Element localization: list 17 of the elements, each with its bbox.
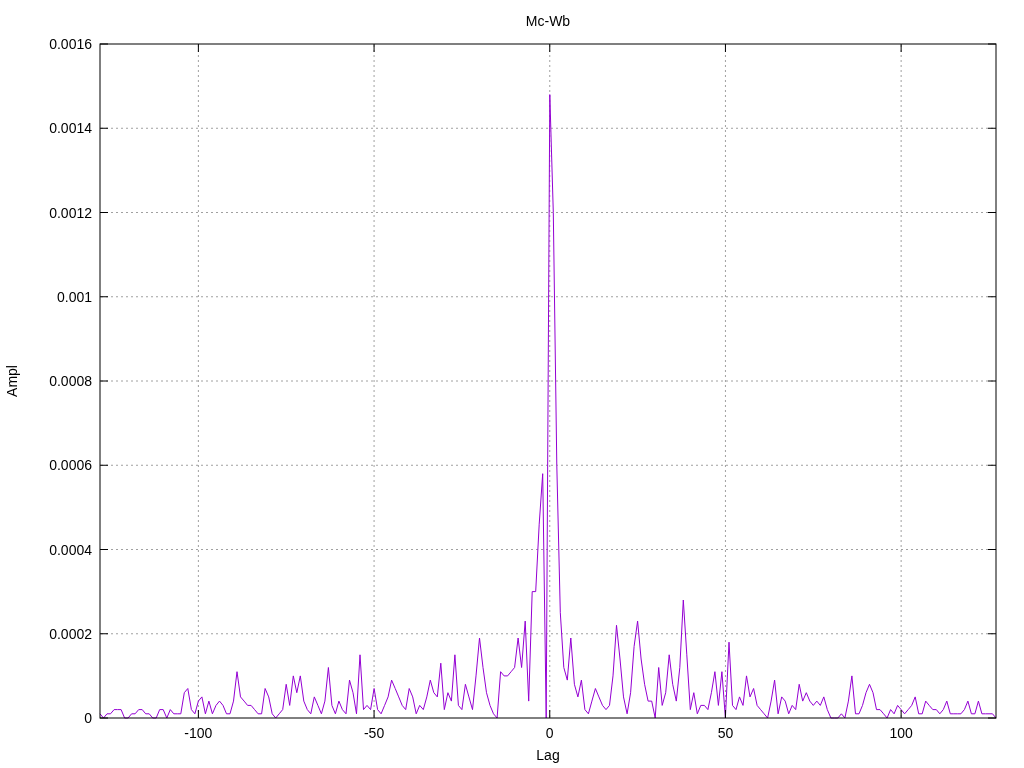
- x-axis-label: Lag: [536, 747, 560, 763]
- x-tick-label: -100: [184, 725, 213, 741]
- x-tick-label: 50: [717, 725, 734, 741]
- y-tick-label: 0.0004: [49, 541, 92, 558]
- x-tick-label: 0: [545, 725, 554, 741]
- y-tick-label: 0.0014: [49, 120, 92, 137]
- y-tick-label: 0: [84, 710, 92, 726]
- y-tick-label: 0.0008: [49, 373, 92, 389]
- y-axis-label: Ampl: [4, 365, 20, 397]
- x-tick-label: 100: [889, 725, 913, 741]
- y-tick-label: 0.001: [56, 288, 92, 305]
- y-tick-label: 0.0016: [49, 36, 92, 52]
- y-tick-label: 0.0002: [49, 625, 92, 642]
- chart-title: Mc-Wb: [525, 13, 571, 29]
- x-tick-label: -50: [363, 725, 385, 741]
- y-tick-label: 0.0012: [49, 204, 92, 221]
- y-tick-label: 0.0006: [49, 457, 92, 474]
